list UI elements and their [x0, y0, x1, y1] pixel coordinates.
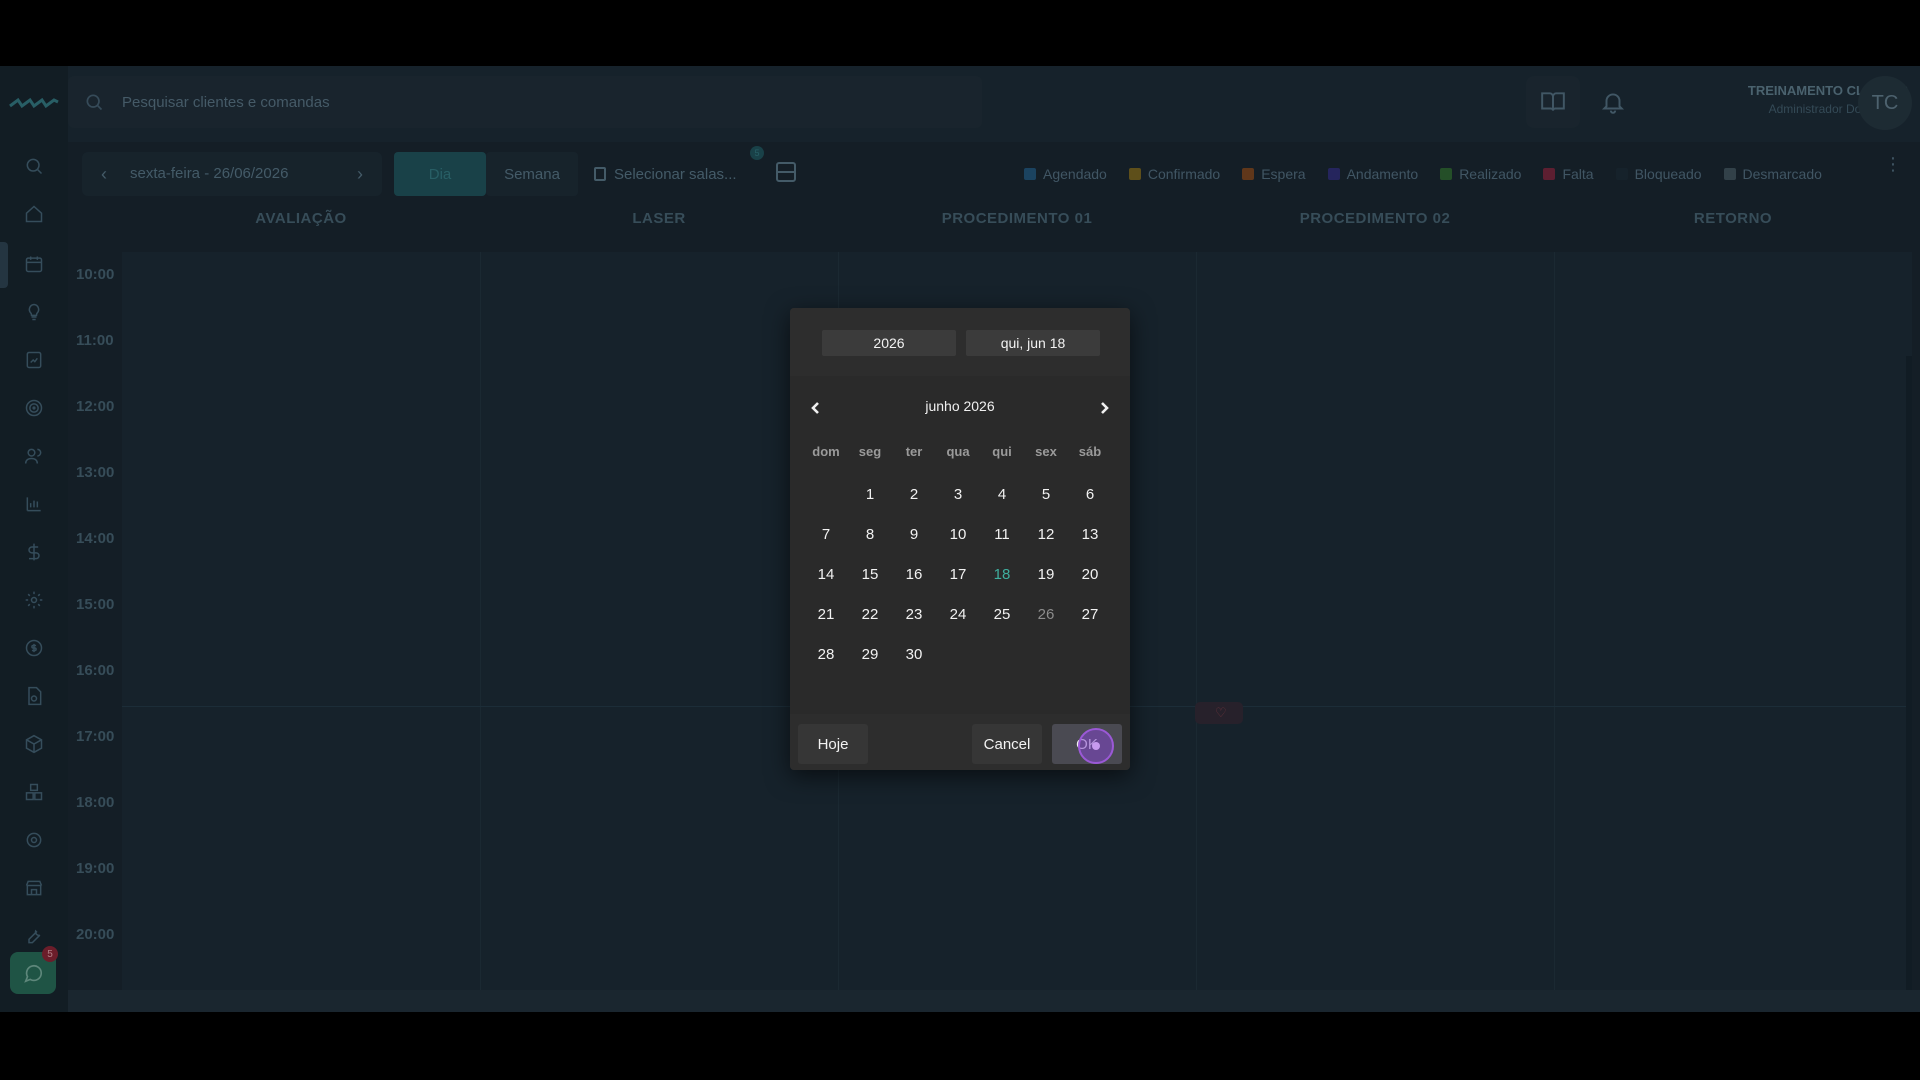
calendar-day[interactable]: 29: [848, 638, 892, 670]
calendar-day[interactable]: 20: [1068, 558, 1112, 590]
calendar-day[interactable]: 10: [936, 518, 980, 550]
calendar-day[interactable]: 8: [848, 518, 892, 550]
calendar-day[interactable]: 7: [804, 518, 848, 550]
calendar-day[interactable]: 27: [1068, 598, 1112, 630]
calendar-day[interactable]: 26: [1024, 598, 1068, 630]
weekday-label: seg: [858, 444, 882, 459]
month-title: junho 2026: [925, 398, 995, 414]
calendar-day[interactable]: 22: [848, 598, 892, 630]
picker-header: 2026 qui, jun 18: [790, 308, 1130, 376]
calendar-day[interactable]: 28: [804, 638, 848, 670]
calendar-day[interactable]: 21: [804, 598, 848, 630]
calendar-day[interactable]: 4: [980, 478, 1024, 510]
calendar-day[interactable]: 17: [936, 558, 980, 590]
calendar-day[interactable]: 18: [980, 558, 1024, 590]
chevron-right-icon: [1101, 402, 1109, 414]
calendar-day[interactable]: 23: [892, 598, 936, 630]
calendar-day[interactable]: 12: [1024, 518, 1068, 550]
calendar-day[interactable]: 15: [848, 558, 892, 590]
calendar-day[interactable]: 6: [1068, 478, 1112, 510]
weekday-label: qui: [992, 444, 1012, 459]
calendar-day[interactable]: 14: [804, 558, 848, 590]
next-month-button[interactable]: [1092, 396, 1116, 420]
calendar-day[interactable]: 13: [1068, 518, 1112, 550]
calendar-day[interactable]: 1: [848, 478, 892, 510]
calendar-day[interactable]: 5: [1024, 478, 1068, 510]
calendar-day[interactable]: 11: [980, 518, 1024, 550]
calendar-day[interactable]: 19: [1024, 558, 1068, 590]
weekday-label: ter: [905, 444, 923, 459]
weekday-label: sex: [1035, 444, 1057, 459]
calendar-day[interactable]: 9: [892, 518, 936, 550]
calendar-day[interactable]: 3: [936, 478, 980, 510]
selected-date-display[interactable]: qui, jun 18: [966, 330, 1100, 356]
date-picker-dialog: 2026 qui, jun 18 junho 2026 dom seg ter qua…: [790, 308, 1130, 770]
year-selector[interactable]: 2026: [822, 330, 956, 356]
calendar-day[interactable]: 2: [892, 478, 936, 510]
calendar-day[interactable]: 30: [892, 638, 936, 670]
calendar-day[interactable]: 24: [936, 598, 980, 630]
weekday-label: dom: [812, 444, 840, 459]
calendar-day[interactable]: 16: [892, 558, 936, 590]
calendar-day[interactable]: 25: [980, 598, 1024, 630]
cursor-indicator: [1078, 728, 1114, 764]
today-button[interactable]: Hoje: [798, 724, 868, 764]
weekday-label: qua: [946, 444, 970, 459]
weekday-label: sáb: [1078, 444, 1102, 459]
cancel-button[interactable]: Cancel: [972, 724, 1042, 764]
